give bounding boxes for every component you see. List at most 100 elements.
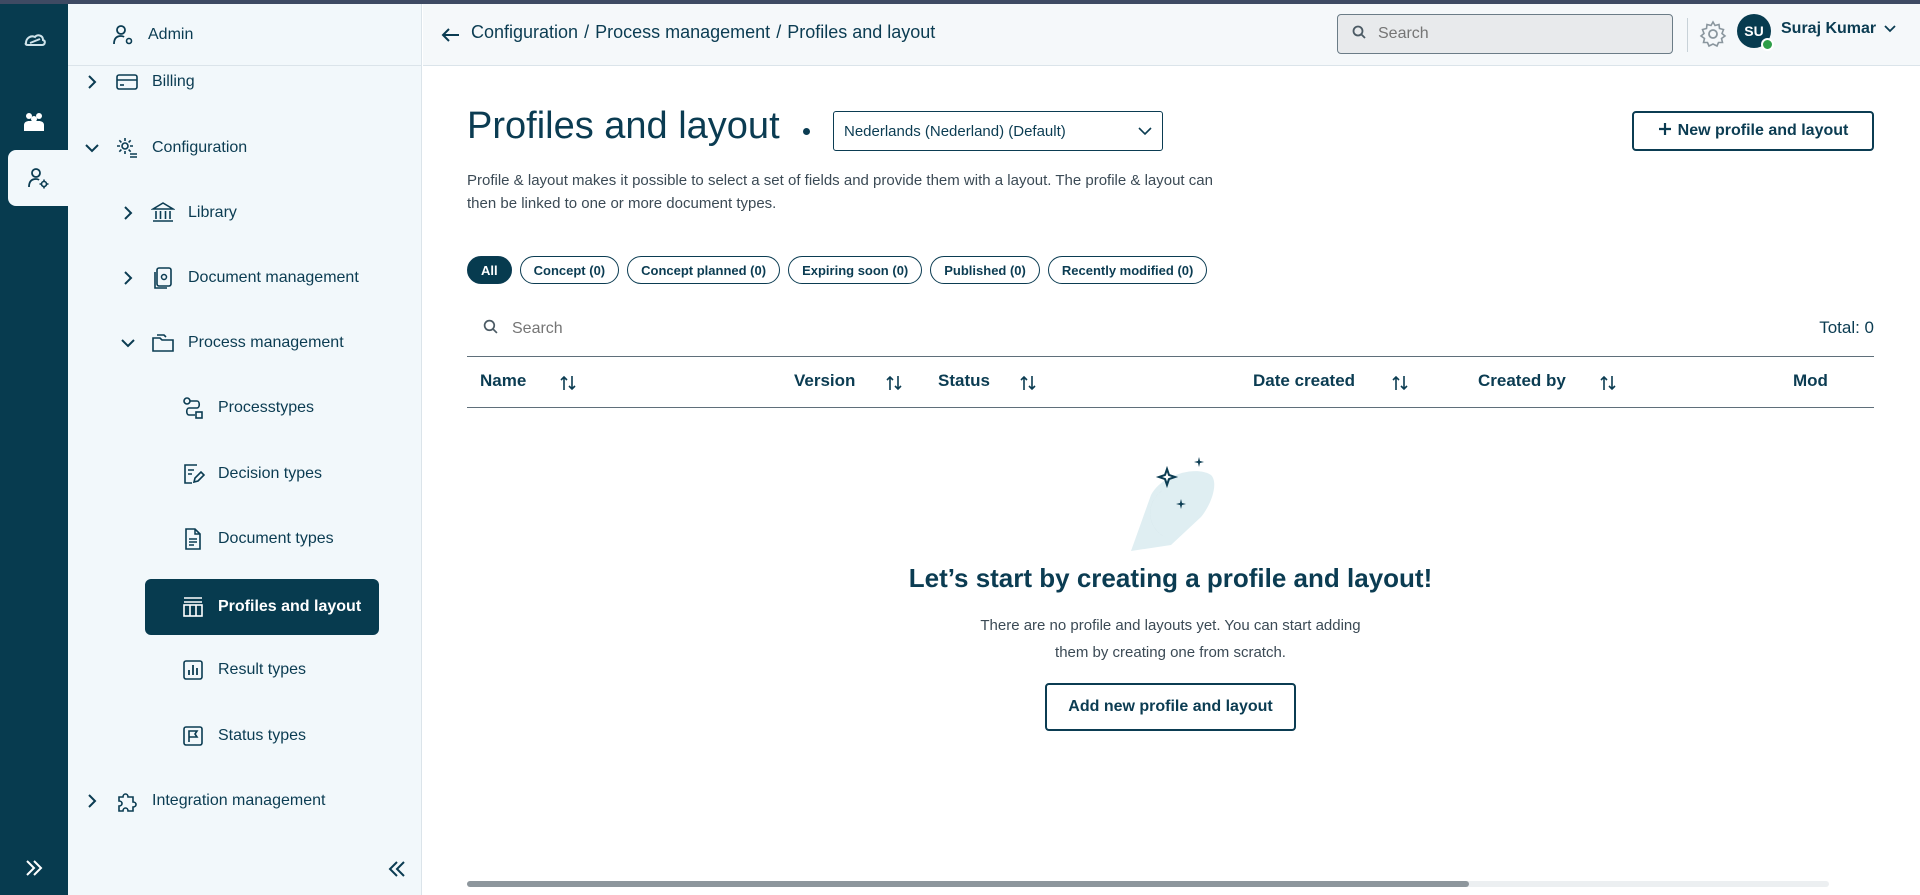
column-header-version[interactable]: Version — [794, 371, 902, 391]
chevron-right-icon[interactable] — [82, 791, 102, 811]
sidebar-item-label: Document types — [218, 530, 334, 547]
team-icon[interactable] — [0, 94, 68, 150]
flag-icon — [180, 723, 206, 749]
empty-state-line: them by creating one from scratch. — [1055, 644, 1286, 661]
breadcrumb-process-management[interactable]: Process management — [595, 22, 770, 43]
column-header-modified[interactable]: Mod — [1793, 371, 1828, 391]
add-new-profile-layout-button[interactable]: Add new profile and layout — [1045, 683, 1296, 731]
avatar[interactable]: SU — [1737, 14, 1774, 51]
filter-chip-recently-modified[interactable]: Recently modified (0) — [1047, 256, 1208, 284]
library-building-icon — [150, 200, 176, 226]
search-icon — [1352, 25, 1366, 44]
sidebar-item-label: Decision types — [218, 465, 323, 482]
sort-icon[interactable] — [884, 373, 904, 393]
sidebar-item-label: Processtypes — [218, 399, 315, 416]
column-header-date-created[interactable]: Date created — [1253, 371, 1408, 391]
sidebar-item-processtypes[interactable]: Processtypes — [180, 380, 314, 436]
expand-rail-icon[interactable] — [0, 840, 68, 895]
filter-chip-published[interactable]: Published (0) — [930, 256, 1040, 284]
sort-icon[interactable] — [1598, 373, 1618, 393]
language-select[interactable]: Nederlands (Nederland) (Default) — [833, 111, 1163, 151]
moon-stars-icon — [1131, 457, 1215, 551]
column-label: Version — [794, 371, 856, 390]
sidebar-item-decision-types[interactable]: Decision types — [180, 446, 322, 502]
user-name-label: Suraj Kumar — [1781, 20, 1877, 37]
sidebar-item-billing[interactable]: Billing — [82, 54, 195, 110]
empty-state-text: There are no profile and layouts yet. Yo… — [467, 612, 1874, 666]
collapse-sidebar-icon[interactable] — [382, 854, 412, 884]
chevron-right-icon[interactable] — [118, 268, 138, 288]
sort-icon[interactable] — [558, 373, 578, 393]
breadcrumb-configuration[interactable]: Configuration — [471, 22, 578, 43]
back-arrow-icon[interactable] — [439, 23, 463, 47]
sidebar-item-configuration[interactable]: Configuration — [82, 120, 247, 176]
sidebar-item-label: Library — [188, 204, 237, 221]
column-label: Date created — [1253, 371, 1356, 390]
empty-state-title: Let’s start by creating a profile and la… — [908, 563, 1433, 593]
sidebar-item-process-management[interactable]: Process management — [118, 315, 344, 371]
main-content: Profiles and layout Nederlands (Nederlan… — [423, 67, 1920, 895]
column-label: Status — [938, 371, 990, 390]
document-settings-icon — [150, 265, 176, 291]
top-header: Configuration / Process management / Pro… — [423, 4, 1920, 66]
empty-state-line: There are no profile and layouts yet. Yo… — [980, 617, 1361, 634]
column-label: Name — [480, 371, 527, 390]
sidebar-item-label: Billing — [152, 73, 195, 90]
sidebar-item-label: Document management — [188, 269, 359, 286]
online-status-badge — [1761, 38, 1774, 51]
sort-icon[interactable] — [1390, 373, 1410, 393]
filter-chip-expiring-soon[interactable]: Expiring soon (0) — [788, 256, 923, 284]
app-rail — [0, 4, 68, 895]
settings-gear-icon[interactable] — [1697, 18, 1729, 50]
global-search-input[interactable] — [1378, 25, 1638, 43]
sidebar-item-label: Status types — [218, 727, 307, 744]
search-icon — [483, 319, 498, 339]
scrollbar-thumb[interactable] — [467, 881, 1469, 887]
chevron-down-icon[interactable] — [82, 138, 102, 158]
chevron-right-icon[interactable] — [82, 72, 102, 92]
new-button-label: New profile and layout — [1677, 122, 1849, 139]
page-description: Profile & layout makes it possible to se… — [467, 172, 1213, 212]
app-logo-icon[interactable] — [0, 12, 68, 68]
process-flow-icon — [180, 395, 206, 421]
sidebar-item-label: Profiles and layout — [218, 598, 362, 615]
user-menu[interactable]: Suraj Kumar — [1781, 20, 1896, 38]
breadcrumb-current: Profiles and layout — [787, 22, 936, 42]
sidebar-item-profiles-and-layout[interactable]: Profiles and layout — [145, 579, 379, 635]
table-search — [483, 319, 912, 339]
sidebar-item-integration-management[interactable]: Integration management — [82, 773, 325, 829]
credit-card-icon — [114, 69, 140, 95]
total-count: Total: 0 — [1819, 318, 1874, 337]
settings-gear-icon — [114, 135, 140, 161]
new-profile-layout-button[interactable]: New profile and layout — [1632, 111, 1874, 151]
chevron-down-icon — [1138, 123, 1152, 140]
global-search — [1337, 14, 1673, 54]
sidebar-item-result-types[interactable]: Result types — [180, 642, 306, 698]
column-header-name[interactable]: Name — [480, 371, 576, 391]
sidebar-item-label: Result types — [218, 661, 307, 678]
chevron-down-icon[interactable] — [118, 333, 138, 353]
user-gear-icon — [110, 22, 136, 48]
column-header-created-by[interactable]: Created by — [1478, 371, 1616, 391]
breadcrumb-separator: / — [584, 22, 590, 42]
table-header: Name Version Status Date created Created… — [467, 356, 1874, 408]
sidebar-item-library[interactable]: Library — [118, 185, 237, 241]
filter-chips: All Concept (0) Concept planned (0) Expi… — [467, 256, 1208, 284]
table-search-input[interactable] — [512, 320, 912, 338]
admin-rail-icon[interactable] — [8, 150, 68, 206]
filter-chip-concept[interactable]: Concept (0) — [519, 256, 620, 284]
horizontal-scrollbar[interactable] — [467, 881, 1829, 887]
sidebar: Admin Billing Configuration Library Docu… — [68, 4, 422, 895]
decision-edit-icon — [180, 461, 206, 487]
filter-chip-all[interactable]: All — [467, 256, 512, 284]
sidebar-item-status-types[interactable]: Status types — [180, 708, 306, 764]
sidebar-item-document-types[interactable]: Document types — [180, 511, 334, 567]
sidebar-item-document-management[interactable]: Document management — [118, 250, 359, 306]
header-divider — [1687, 18, 1688, 52]
filter-chip-concept-planned[interactable]: Concept planned (0) — [627, 256, 781, 284]
sort-icon[interactable] — [1018, 373, 1038, 393]
column-header-status[interactable]: Status — [938, 371, 1036, 391]
chevron-right-icon[interactable] — [118, 203, 138, 223]
plus-icon — [1658, 122, 1672, 141]
document-icon — [180, 526, 206, 552]
